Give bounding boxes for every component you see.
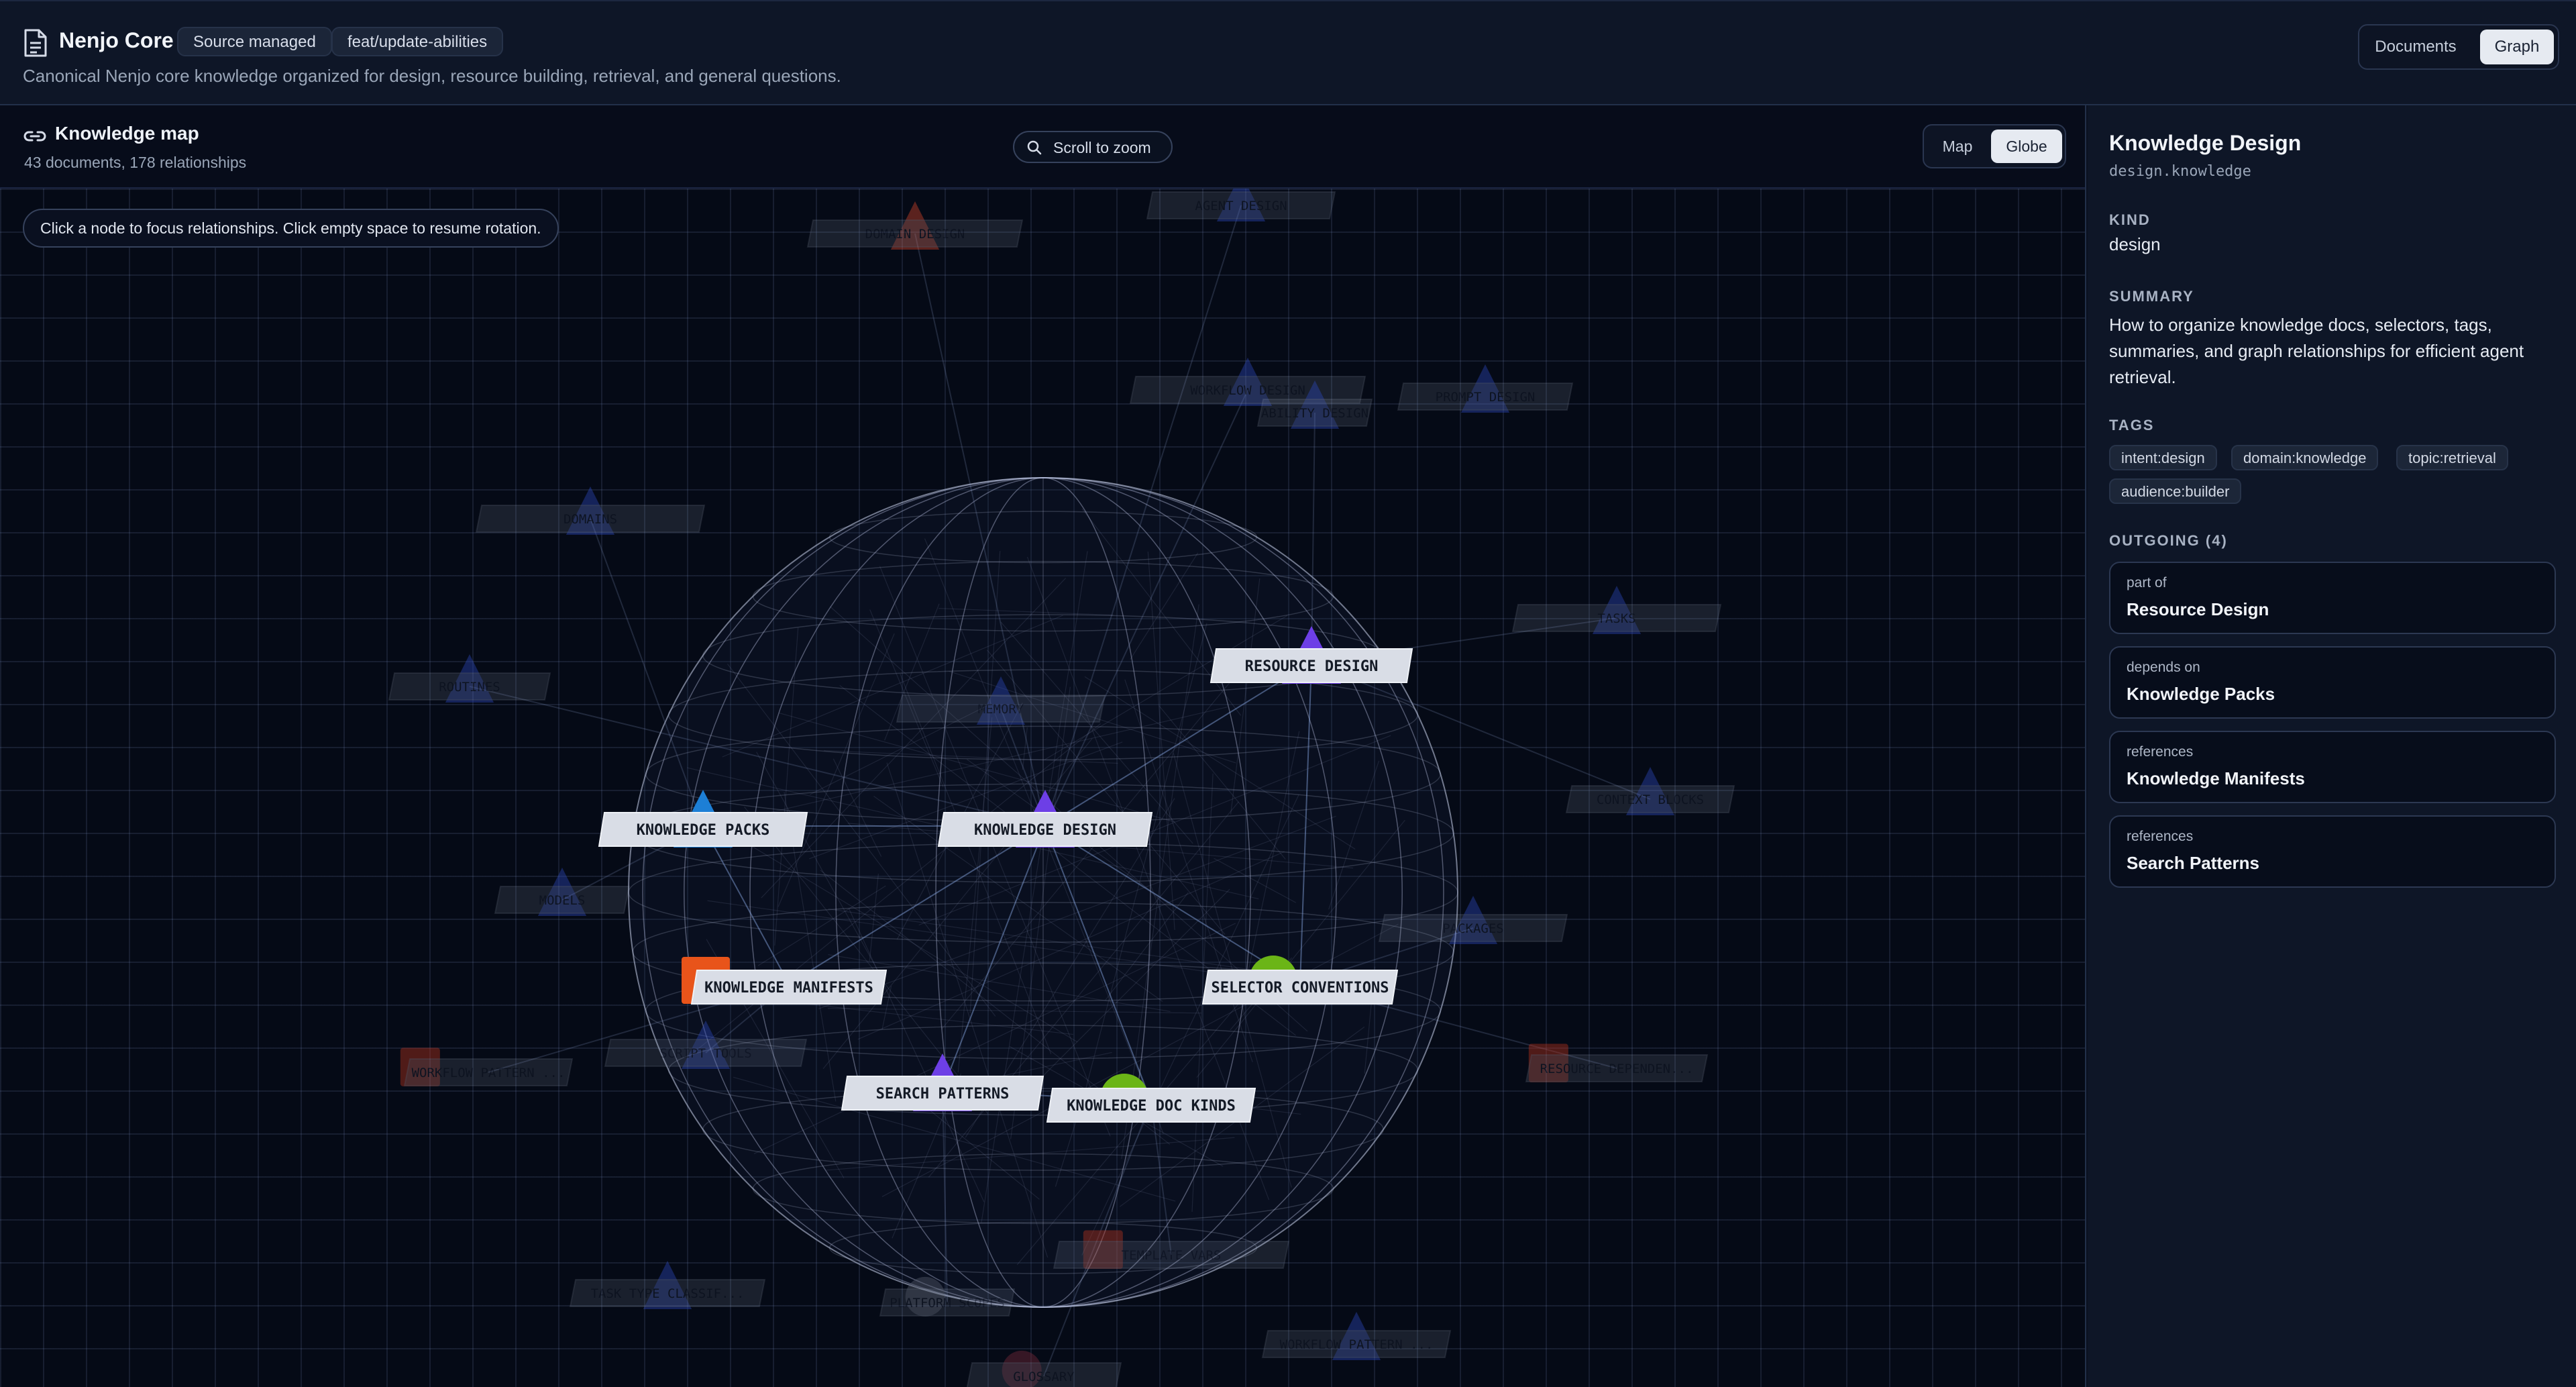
node-label: CONTEXT BLOCKS (1597, 792, 1704, 807)
tags-label: TAGS (2109, 417, 2155, 433)
globe-graph[interactable]: RESOURCE DESIGN KNOWLEDGE PACKS KNOWLEDGE … (0, 189, 2086, 1387)
relationship-target: Knowledge Manifests (2127, 768, 2305, 788)
kind-value: design (2109, 234, 2161, 254)
node-label: TASK TYPE CLASSIF... (591, 1286, 745, 1301)
kind-label: KIND (2109, 211, 2151, 228)
node-label: DOMAINS (564, 512, 617, 527)
tag-chip[interactable]: domain:knowledge (2231, 445, 2379, 470)
node-label: WORKFLOW PATTERN ... (412, 1066, 566, 1080)
document-icon (24, 29, 47, 57)
node-label: AGENT DESIGN (1195, 199, 1287, 213)
relationship-card[interactable]: references Knowledge Manifests (2109, 731, 2556, 803)
relationship-kind: references (2127, 744, 2194, 760)
node-label: PROMPT DESIGN (1436, 390, 1536, 405)
node-label: MEMORY (978, 702, 1024, 717)
tab-documents[interactable]: Documents (2365, 30, 2467, 64)
view-toggle: Documents Graph (2358, 24, 2559, 70)
node-label: GLOSSARY (1013, 1370, 1075, 1384)
node-label: ROUTINES (439, 680, 500, 695)
graph-node[interactable]: WORKFLOW PATTERN ... (1261, 1312, 1452, 1360)
node-label: RESOURCE DEPENDEN... (1540, 1062, 1694, 1076)
graph-node[interactable]: TASK TYPE CLASSIF... (569, 1261, 766, 1309)
app-header: Nenjo Core Source managed feat/update-ab… (0, 0, 2576, 105)
mode-map-button[interactable]: Map (1929, 130, 1986, 163)
summary-label: SUMMARY (2109, 288, 2194, 305)
globe-wireframe (628, 477, 1458, 1308)
node-label: PACKAGES (1442, 921, 1504, 936)
map-title: Knowledge map (55, 123, 199, 144)
tag-chip[interactable]: intent:design (2109, 445, 2217, 470)
node-label: DOMAIN DESIGN (865, 227, 965, 242)
app-subtitle: Canonical Nenjo core knowledge organized… (23, 66, 841, 86)
mode-globe-button[interactable]: Globe (1991, 130, 2062, 163)
search-icon (1027, 140, 1042, 155)
node-label: SELECTOR CONVENTIONS (1212, 980, 1389, 996)
tag-chip[interactable]: audience:builder (2109, 478, 2242, 504)
graph-node[interactable]: AGENT DESIGN (1146, 189, 1336, 221)
app-title: Nenjo Core (59, 28, 174, 52)
node-label: KNOWLEDGE DOC KINDS (1067, 1098, 1236, 1115)
graph-node[interactable]: WORKFLOW PATTERN ... (400, 1047, 574, 1086)
node-label: MODELS (539, 893, 586, 908)
relationship-target: Search Patterns (2127, 853, 2259, 873)
relationship-card[interactable]: references Search Patterns (2109, 815, 2556, 888)
node-details-panel: Knowledge Design design.knowledge KIND d… (2088, 105, 2576, 1387)
graph-node[interactable]: CONTEXT BLOCKS (1565, 767, 1735, 815)
graph-node[interactable]: DOMAIN DESIGN (806, 201, 1024, 250)
interaction-hint: Click a node to focus relationships. Cli… (23, 209, 559, 248)
graph-canvas[interactable]: RESOURCE DESIGN KNOWLEDGE PACKS KNOWLEDGE … (0, 189, 2086, 1387)
node-label: PLATFORM SCOPES (890, 1296, 1005, 1311)
mode-toggle: Map Globe (1923, 124, 2066, 168)
relationship-card[interactable]: depends on Knowledge Packs (2109, 646, 2556, 719)
relationship-card[interactable]: part of Resource Design (2109, 562, 2556, 634)
zoom-hint: Scroll to zoom (1013, 131, 1173, 163)
graph-node[interactable]: TASKS (1511, 586, 1722, 634)
node-label: SEARCH PATTERNS (876, 1086, 1010, 1102)
node-label: RESOURCE DESIGN (1245, 658, 1379, 675)
relationship-target: Resource Design (2127, 599, 2269, 619)
node-label: ABILITY DESIGN (1261, 406, 1368, 421)
node-label: WORKFLOW PATTERN ... (1280, 1337, 1434, 1352)
relationship-kind: part of (2127, 575, 2167, 590)
node-label: TASKS (1597, 611, 1635, 626)
outgoing-label: OUTGOING (4) (2109, 532, 2228, 549)
graph-panel: Knowledge map 43 documents, 178 relation… (0, 105, 2086, 1387)
node-label: WORKFLOW DESIGN (1190, 383, 1305, 398)
relationship-target: Knowledge Packs (2127, 684, 2275, 704)
branch-badge: feat/update-abilities (331, 27, 504, 56)
relationship-kind: depends on (2127, 660, 2200, 675)
relationship-kind: references (2127, 829, 2194, 844)
summary-text: How to organize knowledge docs, selector… (2109, 315, 2524, 387)
node-title: Knowledge Design (2109, 131, 2302, 155)
tab-graph[interactable]: Graph (2480, 30, 2554, 64)
link-icon (23, 131, 46, 142)
graph-node[interactable]: RESOURCE DEPENDEN... (1525, 1043, 1709, 1082)
source-managed-badge: Source managed (177, 27, 332, 56)
node-label: KNOWLEDGE MANIFESTS (704, 980, 873, 996)
node-slug: design.knowledge (2109, 163, 2251, 180)
graph-node[interactable]: DOMAINS (475, 486, 706, 535)
graph-node[interactable]: PROMPT DESIGN (1397, 364, 1574, 413)
map-stats: 43 documents, 178 relationships (24, 154, 247, 171)
graph-header: Knowledge map 43 documents, 178 relation… (0, 105, 2085, 189)
node-label: KNOWLEDGE PACKS (637, 822, 770, 839)
node-label: SCRIPT TOOLS (659, 1046, 751, 1061)
graph-node[interactable]: ROUTINES (388, 654, 551, 703)
node-label: KNOWLEDGE DESIGN (974, 822, 1116, 839)
zoom-hint-label: Scroll to zoom (1053, 139, 1151, 156)
node-label: TEMPLATE VARS (1122, 1248, 1222, 1263)
graph-node[interactable]: GLOSSARY (966, 1350, 1122, 1387)
tag-chip[interactable]: topic:retrieval (2396, 445, 2508, 470)
